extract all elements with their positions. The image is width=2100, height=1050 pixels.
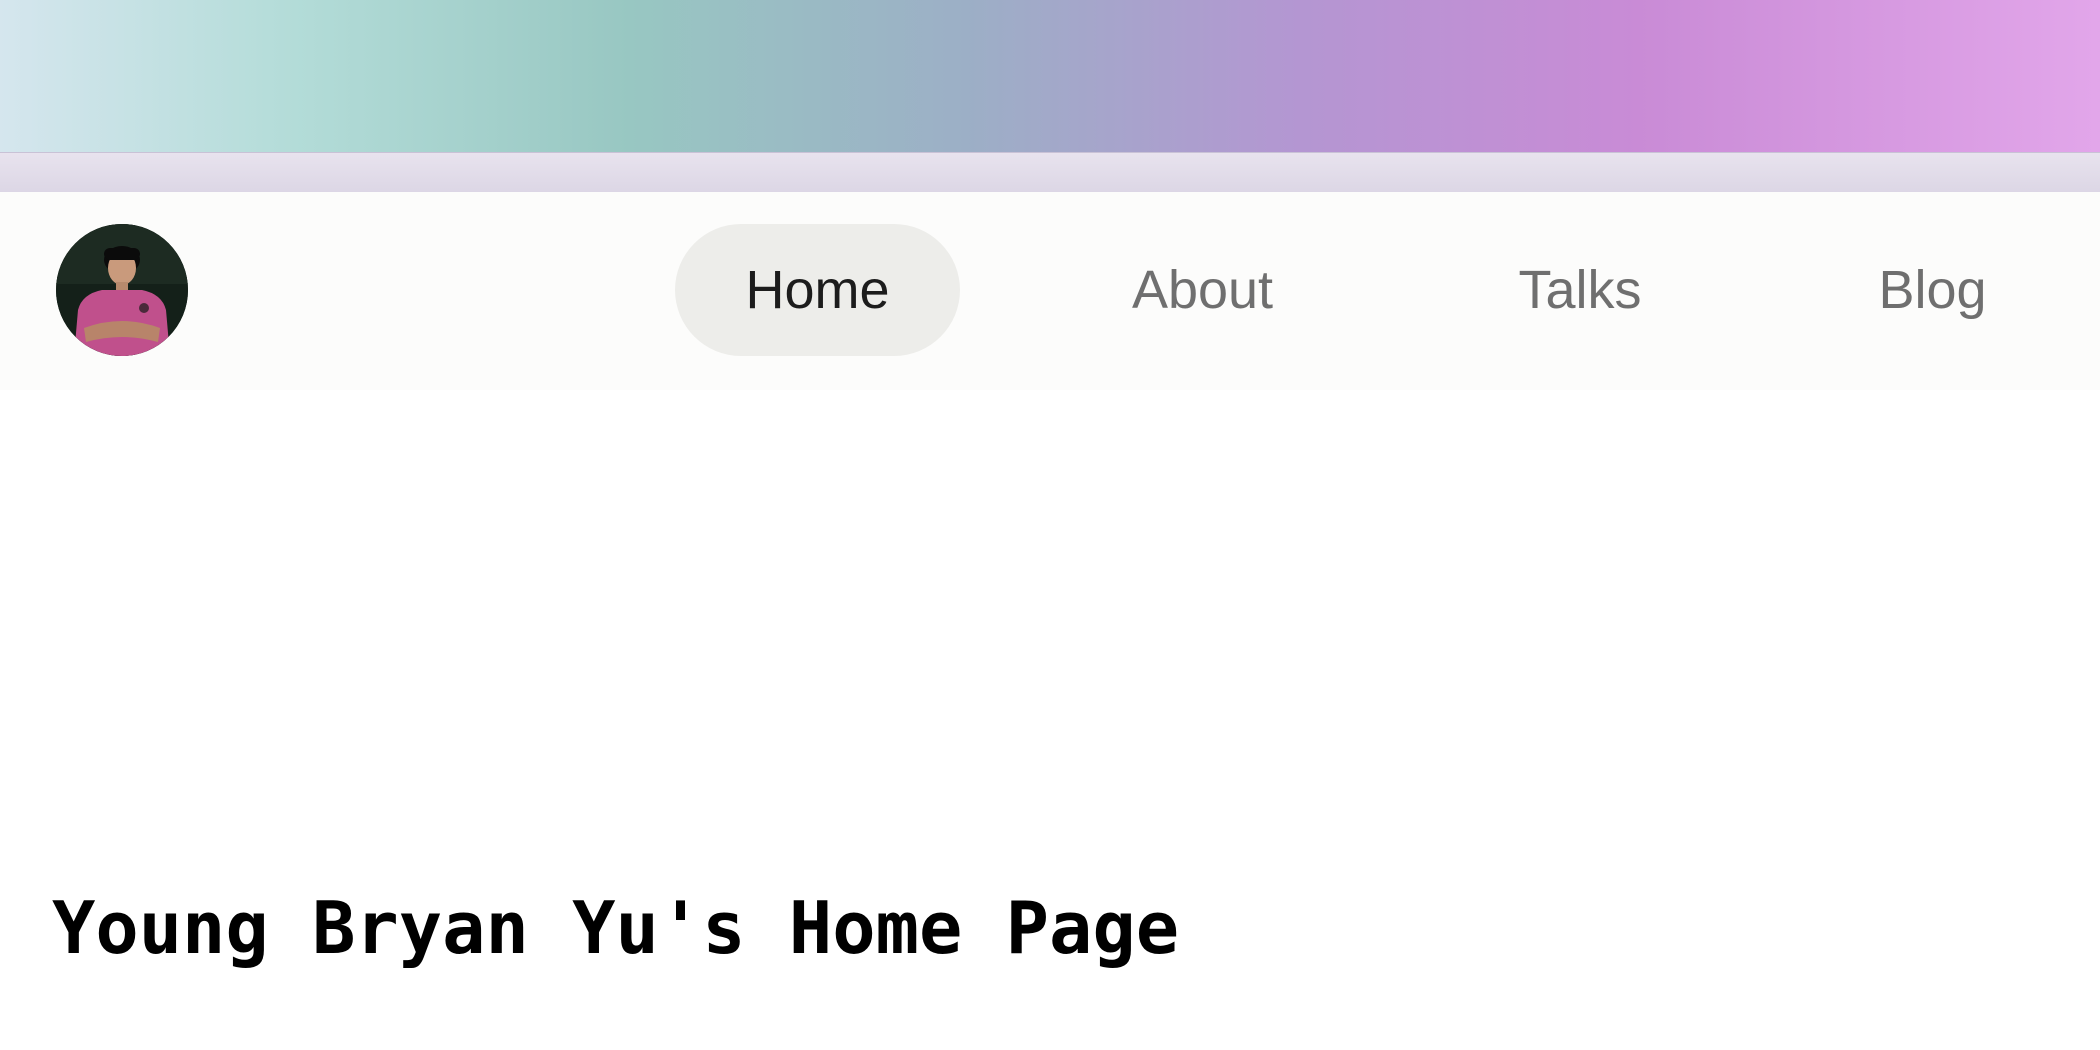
nav-blog[interactable]: Blog — [1825, 224, 2040, 356]
site-header: Home About Talks Blog — [0, 192, 2100, 390]
main-nav: Home About Talks Blog — [0, 224, 2100, 356]
gradient-banner — [0, 0, 2100, 152]
page: Home About Talks Blog Young Bryan Yu's H… — [0, 0, 2100, 1050]
nav-home[interactable]: Home — [675, 224, 960, 356]
nav-about[interactable]: About — [1080, 224, 1325, 356]
banner-strip — [0, 152, 2100, 193]
nav-talks[interactable]: Talks — [1460, 224, 1700, 356]
page-title: Young Bryan Yu's Home Page — [52, 886, 1180, 970]
